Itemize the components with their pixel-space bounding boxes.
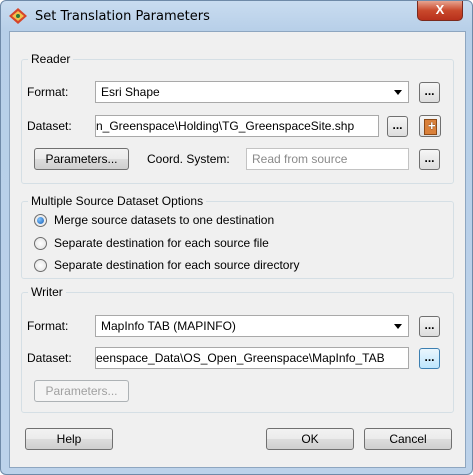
radio-button[interactable] xyxy=(34,259,47,272)
cancel-button[interactable]: Cancel xyxy=(364,428,452,450)
reader-dataset-value: n_Greenspace\Holding\TG_GreenspaceSite.s… xyxy=(96,119,355,133)
reader-format-value: Esri Shape xyxy=(101,85,160,99)
reader-format-browse-button[interactable]: ... xyxy=(419,82,440,103)
writer-dataset-browse-button[interactable]: ... xyxy=(419,348,440,369)
writer-group: Writer Format: MapInfo TAB (MAPINFO) ...… xyxy=(21,285,454,413)
fme-workbench-icon xyxy=(9,8,27,24)
title-bar[interactable]: Set Translation Parameters X xyxy=(1,1,472,31)
coord-system-label: Coord. System: xyxy=(147,152,230,166)
writer-format-browse-button[interactable]: ... xyxy=(419,316,440,337)
window-title: Set Translation Parameters xyxy=(35,9,210,24)
close-button[interactable]: X xyxy=(417,1,463,21)
chevron-down-icon xyxy=(394,90,402,95)
reader-dataset-browse-button[interactable]: ... xyxy=(387,116,408,137)
coord-system-browse-button[interactable]: ... xyxy=(419,149,440,170)
reader-dataset-label: Dataset: xyxy=(27,119,72,133)
writer-parameters-button[interactable]: Parameters... xyxy=(34,380,129,402)
reader-format-label: Format: xyxy=(27,85,69,99)
writer-dataset-input[interactable]: eenspace_Data\OS_Open_Greenspace\MapInfo… xyxy=(95,347,409,369)
writer-format-select[interactable]: MapInfo TAB (MAPINFO) xyxy=(95,315,409,337)
writer-format-value: MapInfo TAB (MAPINFO) xyxy=(101,319,236,333)
reader-dataset-input[interactable]: n_Greenspace\Holding\TG_GreenspaceSite.s… xyxy=(95,115,379,137)
writer-dataset-label: Dataset: xyxy=(27,351,72,365)
radio-separate-file-label: Separate destination for each source fil… xyxy=(54,236,269,250)
reader-format-select[interactable]: Esri Shape xyxy=(95,81,409,103)
reader-group: Reader Format: Esri Shape ... Dataset: n… xyxy=(21,52,454,184)
reader-parameters-button[interactable]: Parameters... xyxy=(34,148,129,170)
multi-source-group-label: Multiple Source Dataset Options xyxy=(28,194,207,208)
dialog-window: Set Translation Parameters X Reader Form… xyxy=(0,0,473,475)
chevron-down-icon xyxy=(394,324,402,329)
ok-button[interactable]: OK xyxy=(266,428,354,450)
radio-button-selected[interactable] xyxy=(34,214,47,227)
radio-button[interactable] xyxy=(34,237,47,250)
add-dataset-button[interactable]: + xyxy=(419,115,441,137)
writer-format-label: Format: xyxy=(27,319,69,333)
help-button[interactable]: Help xyxy=(25,428,113,450)
radio-separate-directory-label: Separate destination for each source dir… xyxy=(54,258,300,272)
coord-system-placeholder: Read from source xyxy=(252,152,348,166)
writer-group-label: Writer xyxy=(28,285,66,299)
dialog-client: Reader Format: Esri Shape ... Dataset: n… xyxy=(9,31,466,468)
coord-system-input[interactable]: Read from source xyxy=(246,148,409,170)
writer-dataset-value: eenspace_Data\OS_Open_Greenspace\MapInfo… xyxy=(96,351,385,365)
radio-merge-label: Merge source datasets to one destination xyxy=(54,213,275,227)
reader-group-label: Reader xyxy=(28,52,74,66)
